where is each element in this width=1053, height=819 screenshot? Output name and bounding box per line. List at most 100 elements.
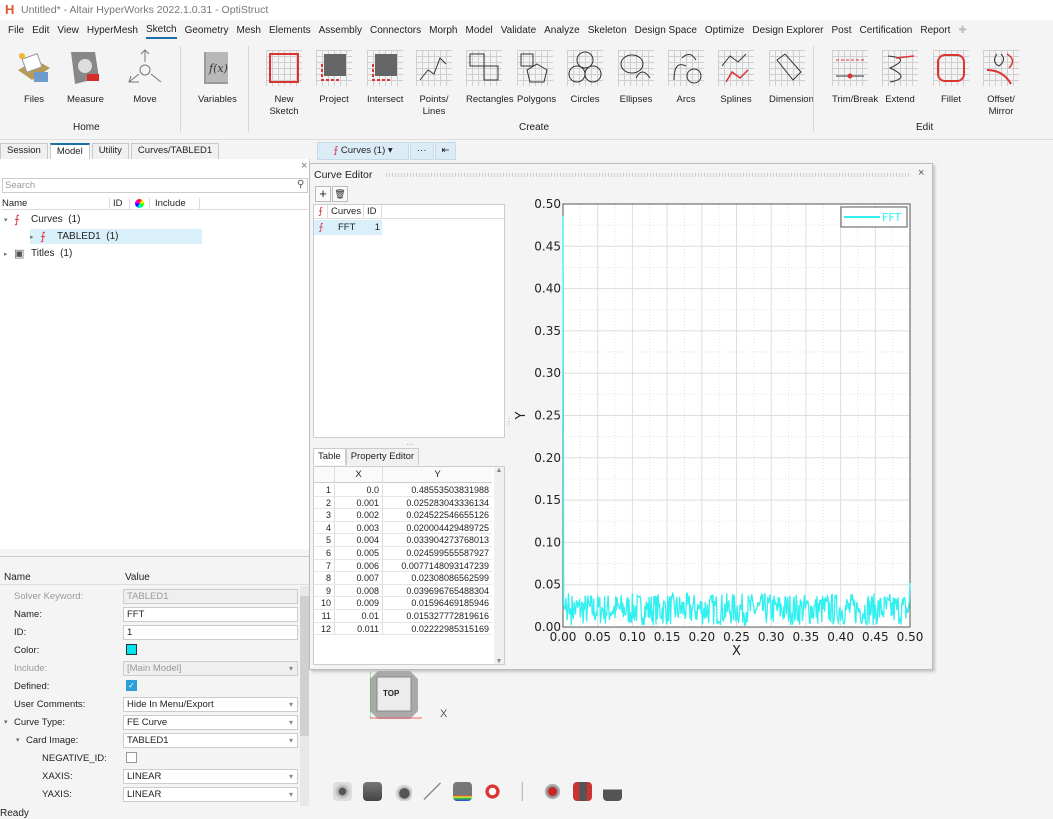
tab-property-editor[interactable]: Property Editor bbox=[345, 448, 420, 465]
files-button[interactable]: Files bbox=[6, 48, 62, 106]
curve-list-item[interactable]: ⨍ FFT 1 bbox=[314, 220, 382, 235]
tab-session[interactable]: Session bbox=[0, 143, 48, 159]
tab-table[interactable]: Table bbox=[313, 448, 346, 465]
cell-y[interactable]: 0.01596469185946 bbox=[383, 597, 492, 609]
property-input[interactable]: FFT bbox=[123, 606, 298, 622]
property-dropdown[interactable]: Hide In Menu/Export ▾ bbox=[123, 696, 298, 712]
offset-mirror-button[interactable]: Offset/ Mirror bbox=[973, 48, 1029, 118]
tree-item[interactable]: ▸ ⨍ TABLED1 (1) bbox=[30, 229, 202, 244]
menu-post[interactable]: Post bbox=[832, 23, 852, 38]
menu-design-space[interactable]: Design Space bbox=[635, 23, 697, 38]
delete-curve-button[interactable]: 🗑 bbox=[332, 186, 348, 202]
cell-x[interactable]: 0.003 bbox=[335, 521, 383, 534]
table-row[interactable]: 1 0.0 0.48553503831988 bbox=[314, 484, 492, 497]
cell-y[interactable]: 0.48553503831988 bbox=[383, 484, 492, 496]
new-sketch-button[interactable]: New Sketch bbox=[256, 48, 312, 118]
cell-x[interactable]: 0.01 bbox=[335, 610, 383, 622]
move-button[interactable]: Move bbox=[117, 48, 173, 106]
menu-model[interactable]: Model bbox=[465, 23, 492, 38]
table-row[interactable]: 9 0.008 0.039696765488304 bbox=[314, 584, 492, 598]
table-row[interactable]: 8 0.007 0.02308086562599 bbox=[314, 572, 492, 585]
menu-analyze[interactable]: Analyze bbox=[544, 23, 580, 38]
property-input[interactable]: 1 bbox=[123, 624, 298, 640]
fillet-button[interactable]: Fillet bbox=[923, 48, 979, 106]
intersect-button[interactable]: Intersect bbox=[357, 48, 413, 106]
table-row[interactable]: 6 0.005 0.024599555587927 bbox=[314, 547, 492, 560]
collapse-arrow-icon[interactable]: ▸ bbox=[4, 250, 14, 258]
menu-file[interactable]: File bbox=[8, 23, 24, 38]
tab-curves-tabled1[interactable]: Curves/TABLED1 bbox=[130, 143, 220, 159]
cell-x[interactable]: 0.007 bbox=[335, 572, 383, 584]
no-color-icon[interactable] bbox=[483, 782, 502, 801]
ellipses-button[interactable]: Ellipses bbox=[608, 48, 664, 106]
view-cube[interactable]: TOP bbox=[369, 671, 422, 719]
zoom-fit-icon[interactable] bbox=[543, 782, 562, 801]
display-color-icon[interactable] bbox=[453, 782, 472, 801]
eye-icon[interactable] bbox=[333, 782, 352, 801]
cell-y[interactable]: 0.02308086562599 bbox=[383, 572, 492, 584]
curves-dropdown[interactable]: ⨍ Curves (1) ▾ bbox=[317, 142, 409, 160]
search-icon[interactable]: ⚲ bbox=[297, 179, 304, 190]
property-dropdown[interactable]: TABLED1 ▾ bbox=[123, 732, 298, 748]
expand-arrow-icon[interactable]: ▾ bbox=[16, 736, 20, 744]
table-scrollbar[interactable]: ▲ ▼ bbox=[494, 467, 504, 664]
cell-x[interactable]: 0.002 bbox=[335, 509, 383, 521]
rectangles-button[interactable]: Rectangles bbox=[456, 48, 514, 106]
property-dropdown[interactable]: FE Curve ▾ bbox=[123, 714, 298, 730]
table-row[interactable]: 2 0.001 0.025283043336134 bbox=[314, 496, 492, 510]
table-row[interactable]: 10 0.009 0.01596469185946 bbox=[314, 597, 492, 610]
table-row[interactable]: 4 0.003 0.020004429489725 bbox=[314, 521, 492, 535]
close-icon[interactable]: × bbox=[918, 167, 924, 179]
menu-optimize[interactable]: Optimize bbox=[705, 23, 744, 38]
menu-assembly[interactable]: Assembly bbox=[319, 23, 362, 38]
cell-x[interactable]: 0.009 bbox=[335, 597, 383, 609]
property-dropdown[interactable]: LINEAR ▾ bbox=[123, 768, 298, 784]
table-row[interactable]: 3 0.002 0.024522546655126 bbox=[314, 509, 492, 522]
project-button[interactable]: Project bbox=[306, 48, 362, 106]
search-input[interactable]: Search bbox=[2, 178, 308, 193]
menu-hypermesh[interactable]: HyperMesh bbox=[87, 23, 138, 38]
measure-button[interactable]: Measure bbox=[57, 48, 113, 106]
table-row[interactable]: 12 0.011 0.02222985315169 bbox=[314, 622, 492, 636]
color-swatch[interactable] bbox=[126, 644, 137, 655]
tree-item[interactable]: ▸ ▣ Titles (1) bbox=[4, 246, 204, 261]
menu-skeleton[interactable]: Skeleton bbox=[588, 23, 627, 38]
cell-y[interactable]: 0.039696765488304 bbox=[383, 585, 492, 597]
cell-x[interactable]: 0.008 bbox=[335, 584, 383, 597]
menu-design-explorer[interactable]: Design Explorer bbox=[752, 23, 823, 38]
cell-y[interactable]: 0.02222985315169 bbox=[383, 623, 492, 635]
splitter[interactable] bbox=[0, 556, 310, 557]
column-x[interactable]: X bbox=[335, 467, 383, 482]
column-color[interactable] bbox=[130, 198, 150, 209]
variables-button[interactable]: f(x) Variables bbox=[188, 48, 244, 106]
menu-connectors[interactable]: Connectors bbox=[370, 23, 421, 38]
menu-sketch[interactable]: Sketch bbox=[146, 22, 177, 39]
collapse-arrow-icon[interactable]: ▸ bbox=[30, 233, 40, 241]
column-include[interactable]: Include bbox=[150, 198, 200, 209]
expand-arrow-icon[interactable]: ▾ bbox=[4, 216, 14, 224]
checkbox[interactable] bbox=[126, 752, 137, 763]
drag-handle[interactable] bbox=[385, 173, 910, 177]
menu-morph[interactable]: Morph bbox=[429, 23, 457, 38]
add-tab-icon[interactable]: ✚ bbox=[958, 23, 966, 38]
circles-button[interactable]: Circles bbox=[557, 48, 613, 106]
cell-y[interactable]: 0.024522546655126 bbox=[383, 509, 492, 521]
close-panel-icon[interactable]: × bbox=[301, 160, 307, 172]
expand-arrow-icon[interactable]: ▾ bbox=[4, 718, 8, 726]
splitter[interactable]: ⋮ bbox=[505, 417, 513, 426]
cell-y[interactable]: 0.025283043336134 bbox=[383, 497, 492, 509]
cell-y[interactable]: 0.024599555587927 bbox=[383, 547, 492, 559]
axis-icon[interactable] bbox=[513, 782, 532, 801]
table-row[interactable]: 5 0.004 0.033904273768013 bbox=[314, 534, 492, 547]
cell-x[interactable]: 0.005 bbox=[335, 547, 383, 559]
menu-certification[interactable]: Certification bbox=[860, 23, 913, 38]
cell-x[interactable]: 0.001 bbox=[335, 496, 383, 509]
rotate-icon[interactable] bbox=[393, 782, 412, 801]
cell-x[interactable]: 0.004 bbox=[335, 534, 383, 546]
cell-x[interactable]: 0.011 bbox=[335, 622, 383, 635]
menu-geometry[interactable]: Geometry bbox=[185, 23, 229, 38]
add-curve-button[interactable]: + bbox=[315, 186, 331, 202]
section-icon[interactable] bbox=[573, 782, 592, 801]
menu-edit[interactable]: Edit bbox=[32, 23, 49, 38]
splines-button[interactable]: Splines bbox=[708, 48, 764, 106]
